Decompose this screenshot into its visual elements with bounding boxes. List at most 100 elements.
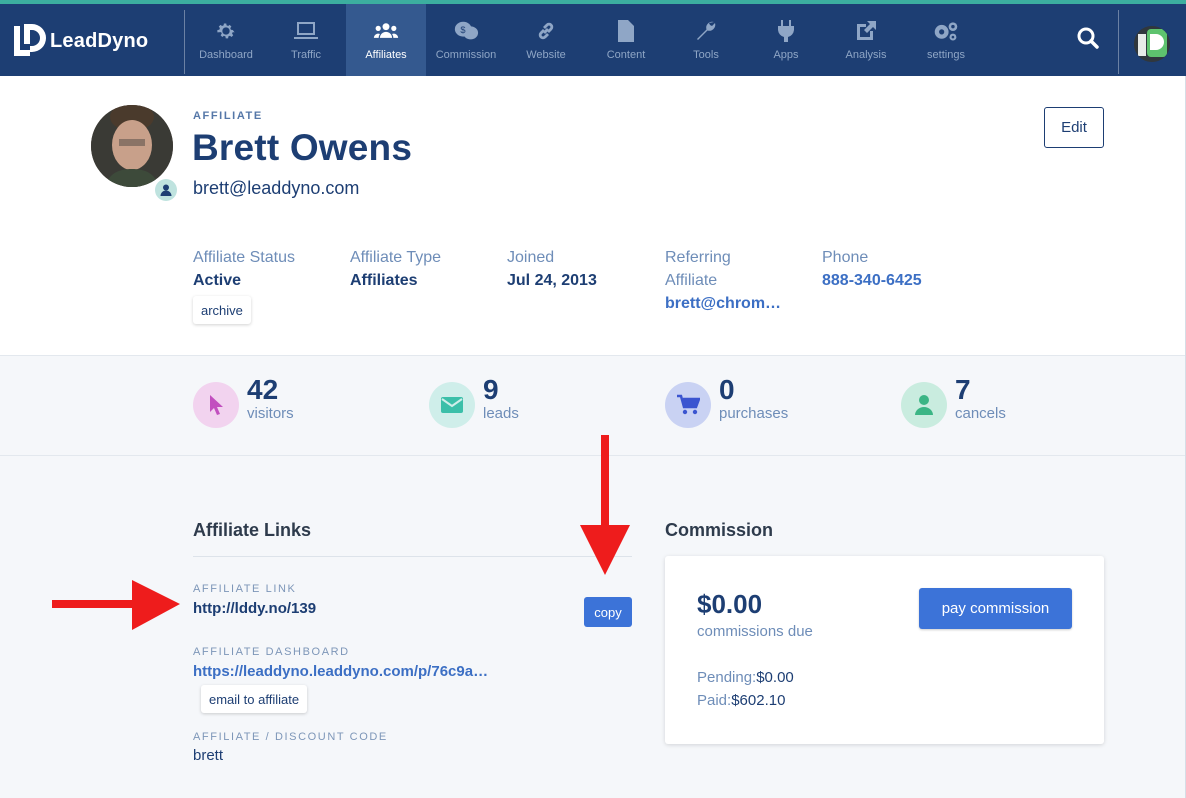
meta-status: Affiliate Status Active (193, 246, 295, 292)
nav-item-tools[interactable]: Tools (666, 4, 746, 76)
stat-cancels[interactable]: 7 cancels (901, 375, 1006, 428)
meta-label: Affiliate Status (193, 249, 295, 266)
discount-code-label: AFFILIATE / DISCOUNT CODE (193, 731, 388, 743)
svg-text:$: $ (460, 25, 465, 35)
brand-name: LeadDyno (50, 29, 149, 52)
nav-label: Tools (693, 49, 719, 61)
stat-caption: leads (483, 405, 519, 422)
stat-leads[interactable]: 9 leads (429, 375, 519, 428)
nav-label: Analysis (845, 49, 887, 61)
affiliate-avatar (91, 105, 173, 187)
nav-label: Content (606, 49, 646, 61)
meta-value: Jul 24, 2013 (507, 272, 597, 289)
meta-value: Affiliates (350, 272, 418, 289)
affiliate-email: brett@leaddyno.com (193, 178, 360, 198)
discount-code-value: brett (193, 747, 224, 764)
pending-value: $0.00 (756, 669, 794, 686)
copy-button[interactable]: copy (584, 597, 632, 627)
affiliate-dashboard-label: AFFILIATE DASHBOARD (193, 646, 350, 658)
external-link-icon (853, 19, 879, 43)
nav-label: settings (927, 49, 965, 61)
nav-item-content[interactable]: Content (586, 4, 666, 76)
cursor-icon (193, 382, 239, 428)
email-to-affiliate-button[interactable]: email to affiliate (201, 685, 308, 713)
navbar-divider-right (1118, 10, 1119, 74)
links-divider (193, 556, 632, 557)
pending-label: Pending: (697, 669, 757, 686)
stat-caption: visitors (247, 405, 294, 422)
phone-link[interactable]: 888-340-6425 (822, 269, 922, 292)
nav-item-traffic[interactable]: Traffic (266, 4, 346, 76)
affiliate-name: Brett Owens (192, 127, 413, 168)
profile-eyebrow: AFFILIATE (193, 110, 263, 122)
affiliate-links-title: Affiliate Links (193, 520, 312, 540)
annotation-right-arrow-icon (52, 580, 180, 630)
pending-line: Pending:$0.00 (697, 669, 794, 686)
gears-icon (933, 19, 959, 43)
gear-icon (213, 19, 239, 43)
nav-item-apps[interactable]: Apps (746, 4, 826, 76)
affiliate-link-label: AFFILIATE LINK (193, 583, 297, 595)
archive-button[interactable]: archive (193, 296, 251, 324)
pay-commission-button[interactable]: pay commission (919, 588, 1072, 629)
paid-label: Paid: (697, 692, 732, 709)
meta-referring: Referring Affiliate brett@chrom… (665, 246, 781, 315)
meta-label: Referring (665, 249, 731, 266)
commission-amount: $0.00 (697, 589, 763, 619)
plug-icon (773, 19, 799, 43)
top-navbar: LeadDyno Dashboard Traffic Affiliates $ (0, 0, 1186, 76)
cart-icon (665, 382, 711, 428)
nav-item-affiliates[interactable]: Affiliates (346, 4, 426, 76)
stat-value: 7 (955, 374, 971, 405)
meta-joined: Joined Jul 24, 2013 (507, 246, 597, 292)
meta-type: Affiliate Type Affiliates (350, 246, 441, 292)
file-icon (613, 19, 639, 43)
stat-caption: cancels (955, 405, 1006, 422)
user-menu-avatar[interactable] (1134, 26, 1170, 62)
nav-item-analysis[interactable]: Analysis (826, 4, 906, 76)
nav-label: Apps (773, 49, 799, 61)
referring-affiliate-link[interactable]: brett@chrom… (665, 292, 781, 315)
brand-logo[interactable]: LeadDyno (12, 22, 148, 60)
affiliate-dashboard-link[interactable]: https://leaddyno.leaddyno.com/p/76c9a… (193, 663, 488, 680)
affiliate-link-value[interactable]: http://lddy.no/139 (193, 600, 316, 617)
leaddyno-logo-icon (12, 22, 46, 60)
main-nav: Dashboard Traffic Affiliates $ Commissio… (186, 4, 986, 76)
person-icon (901, 382, 947, 428)
stat-value: 9 (483, 374, 499, 405)
nav-item-settings[interactable]: settings (906, 4, 986, 76)
stat-caption: purchases (719, 405, 789, 422)
commission-due-label: commissions due (697, 623, 813, 640)
coins-icon: $ (453, 19, 479, 43)
meta-label: Phone (822, 249, 869, 266)
nav-item-commission[interactable]: $ Commission (426, 4, 506, 76)
nav-label: Dashboard (199, 49, 253, 61)
annotation-down-arrow-icon (580, 435, 630, 575)
nav-label: Traffic (291, 49, 321, 61)
wrench-icon (693, 19, 719, 43)
nav-label: Affiliates (365, 49, 407, 61)
paid-line: Paid:$602.10 (697, 692, 785, 709)
commission-card (665, 556, 1104, 744)
meta-label: Affiliate Type (350, 249, 442, 266)
users-icon (373, 19, 399, 43)
search-button[interactable] (1072, 24, 1104, 56)
paid-value: $602.10 (731, 692, 786, 709)
navbar-divider-left (184, 10, 185, 74)
meta-phone: Phone 888-340-6425 (822, 246, 922, 292)
stat-value: 0 (719, 374, 735, 405)
commission-title: Commission (665, 520, 774, 540)
edit-button[interactable]: Edit (1044, 107, 1104, 148)
stat-purchases[interactable]: 0 purchases (665, 375, 788, 428)
stat-visitors[interactable]: 42 visitors (193, 375, 294, 428)
envelope-icon (429, 382, 475, 428)
meta-label: Affiliate (665, 272, 718, 289)
link-icon (533, 19, 559, 43)
laptop-icon (293, 19, 319, 43)
nav-label: Commission (435, 49, 497, 61)
meta-label: Joined (507, 249, 555, 266)
stat-value: 42 (247, 374, 279, 405)
meta-value: Active (193, 272, 242, 289)
nav-item-website[interactable]: Website (506, 4, 586, 76)
nav-item-dashboard[interactable]: Dashboard (186, 4, 266, 76)
